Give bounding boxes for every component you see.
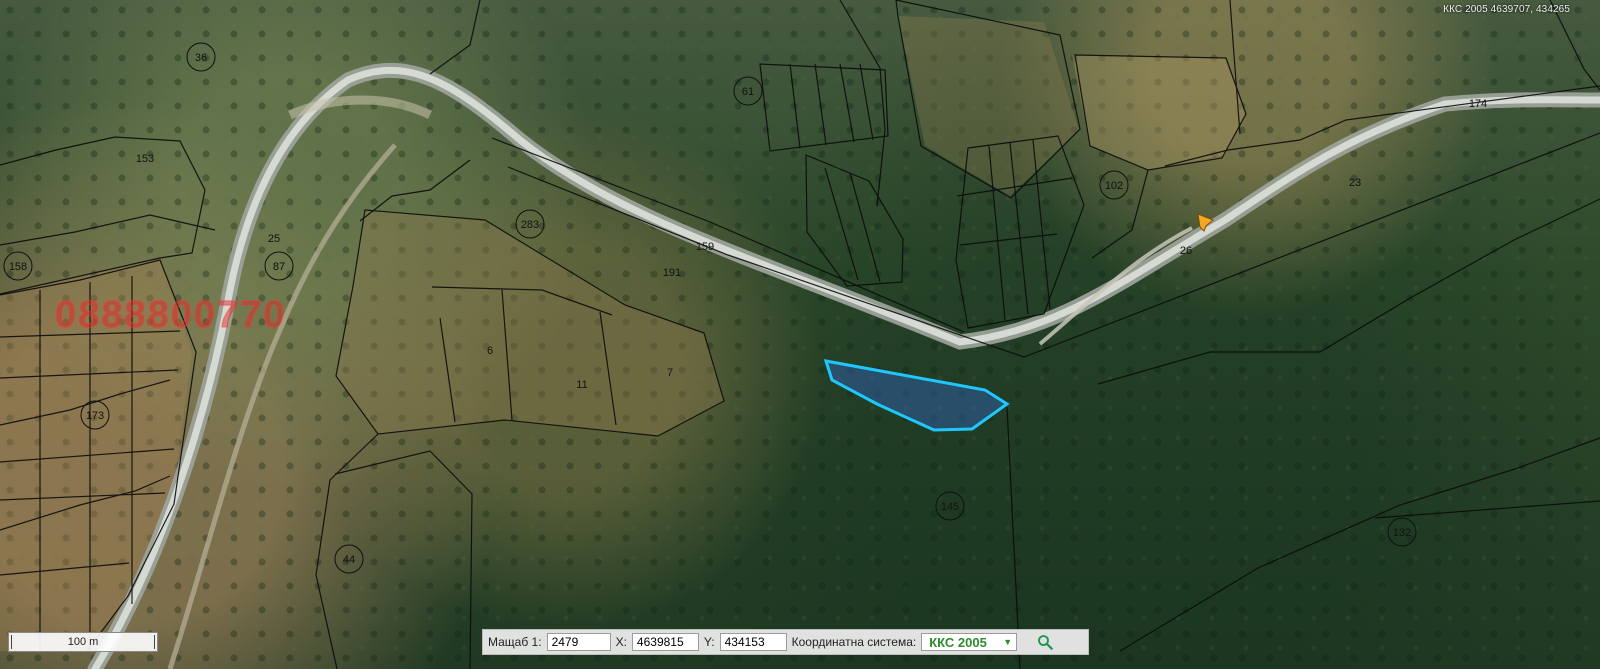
search-button[interactable]	[1032, 632, 1058, 652]
scale-bar: 100 m	[8, 632, 158, 652]
parcel-label-158: 158	[9, 261, 27, 273]
coordinate-system-label: Координатна система:	[791, 635, 917, 649]
coordinate-system-value: ККС 2005	[929, 634, 987, 650]
selected-parcel[interactable]	[823, 359, 1010, 432]
parcel-label-6: 6	[487, 345, 493, 357]
parcel-label-145: 145	[941, 501, 959, 513]
parcel-label-87: 87	[273, 261, 285, 273]
coordinate-system-select[interactable]: ККС 2005 ▼	[921, 633, 1018, 651]
coordinate-readout: ККС 2005 4639707, 434265	[1443, 4, 1570, 15]
parcel-label-23: 23	[1349, 177, 1361, 189]
search-icon	[1038, 635, 1054, 650]
x-label: X:	[615, 635, 627, 649]
terrain-patches	[0, 16, 1245, 651]
parcel-label-153: 153	[136, 153, 154, 165]
y-label: Y:	[703, 635, 715, 649]
coordinate-toolbar: Мащаб 1: X: Y: Координатна система: ККС …	[482, 629, 1089, 655]
parcel-label-61: 61	[742, 86, 754, 98]
scale-label: Мащаб 1:	[488, 635, 542, 649]
y-coordinate-input[interactable]	[719, 633, 787, 651]
parcel-label-159: 159	[696, 241, 714, 253]
parcel-boundaries	[0, 0, 1600, 669]
parcel-label-25: 25	[268, 233, 280, 245]
scale-input[interactable]	[546, 633, 611, 651]
parcel-label-26: 26	[1180, 245, 1192, 257]
map-canvas[interactable]: 36 153 158 87 173 283 61 102 145 44 132 …	[0, 0, 1600, 669]
parcel-label-36: 36	[195, 52, 207, 64]
parcel-label-191: 191	[663, 267, 681, 279]
x-coordinate-input[interactable]	[631, 633, 699, 651]
parcel-label-174: 174	[1469, 98, 1487, 110]
parcel-label-132: 132	[1393, 527, 1411, 539]
parcel-label-102: 102	[1105, 180, 1123, 192]
chevron-down-icon[interactable]: ▼	[1003, 637, 1012, 647]
parcel-label-44: 44	[343, 554, 355, 566]
parcel-label-173: 173	[86, 410, 104, 422]
parcel-label-7: 7	[667, 367, 673, 379]
parcel-label-11: 11	[576, 379, 587, 391]
map-overlay: 36 153 158 87 173 283 61 102 145 44 132 …	[0, 0, 1600, 669]
parcel-label-283: 283	[521, 219, 539, 231]
